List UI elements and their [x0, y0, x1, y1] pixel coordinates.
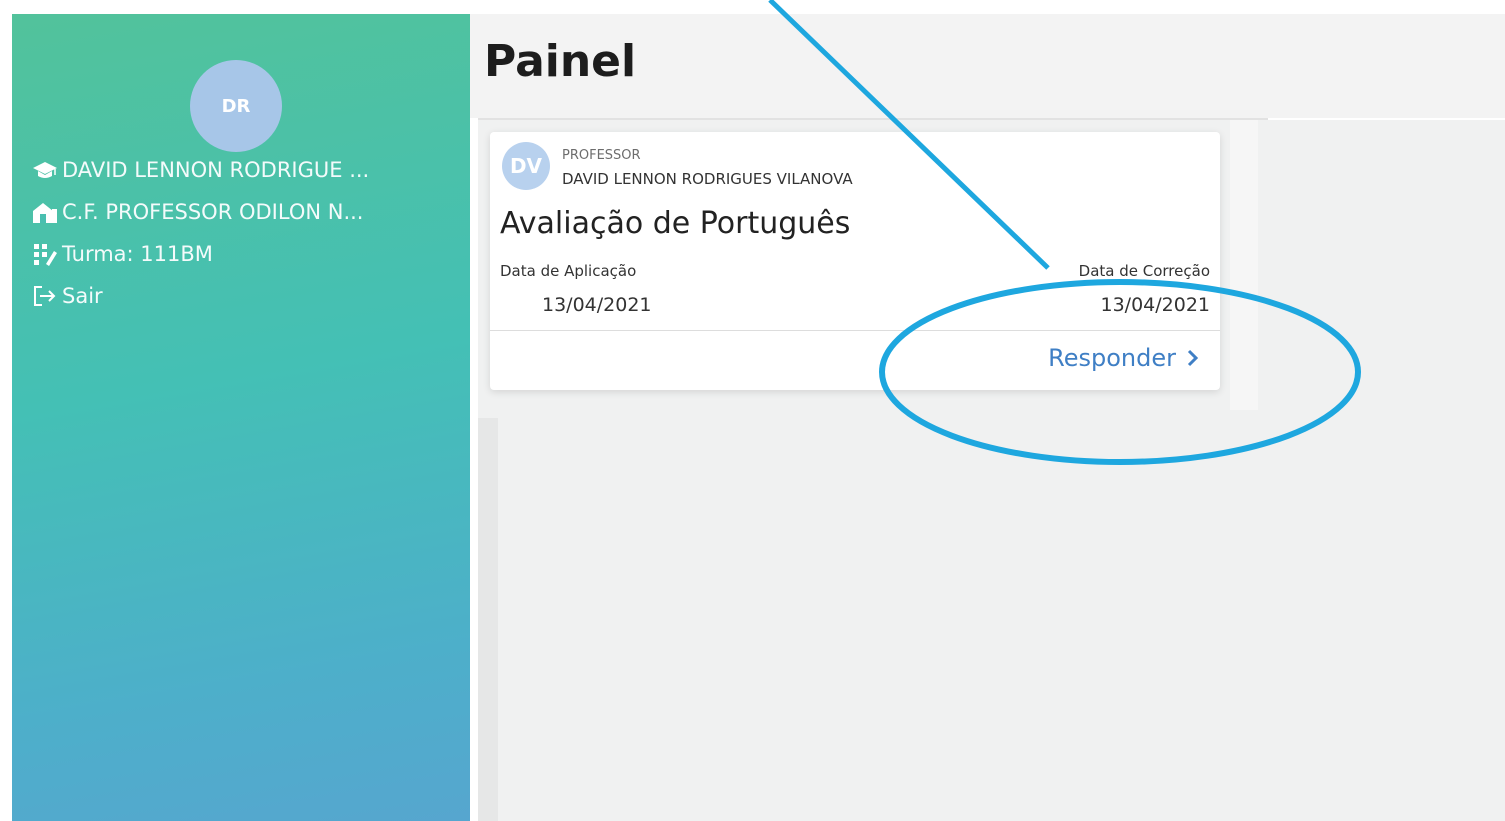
assessment-title: Avaliação de Português [500, 206, 851, 241]
card-divider [490, 330, 1220, 331]
application-date-value: 13/04/2021 [542, 294, 652, 316]
sidebar-student: DAVID LENNON RODRIGUE ... [32, 158, 369, 182]
logout-icon [34, 286, 56, 306]
teacher-avatar: DV [502, 142, 550, 190]
sidebar: DR DAVID LENNON RODRIGUE ... C.F. PROFES… [12, 14, 470, 821]
content-left-border [478, 418, 498, 821]
correction-date-value: 13/04/2021 [1100, 294, 1210, 316]
chevron-right-icon [1187, 349, 1199, 367]
respond-label: Responder [1048, 344, 1176, 372]
school-name: C.F. PROFESSOR ODILON N... [62, 200, 364, 224]
sidebar-class: Turma: 111BM [32, 242, 213, 266]
school-building-icon [33, 203, 57, 223]
teacher-name: DAVID LENNON RODRIGUES VILANOVA [562, 170, 853, 188]
grid-icon [34, 244, 57, 266]
assessment-card: DV PROFESSOR DAVID LENNON RODRIGUES VILA… [490, 132, 1220, 390]
student-name: DAVID LENNON RODRIGUE ... [62, 158, 370, 182]
sidebar-school: C.F. PROFESSOR ODILON N... [32, 200, 363, 224]
teacher-role: PROFESSOR [562, 148, 641, 163]
respond-button[interactable]: Responder [1048, 344, 1200, 372]
graduation-cap-icon [33, 162, 57, 178]
page-title: Painel [484, 36, 637, 87]
class-label: Turma: 111BM [62, 242, 213, 266]
user-avatar-initials: DR [221, 95, 251, 117]
correction-date-label: Data de Correção [1078, 262, 1210, 280]
user-avatar[interactable]: DR [190, 60, 282, 152]
application-date-label: Data de Aplicação [500, 262, 637, 280]
logout-button[interactable]: Sair [32, 284, 103, 308]
logout-label: Sair [62, 284, 103, 308]
page-header: Painel [470, 14, 1505, 118]
teacher-avatar-initials: DV [509, 154, 543, 178]
content-gutter [1230, 120, 1258, 410]
